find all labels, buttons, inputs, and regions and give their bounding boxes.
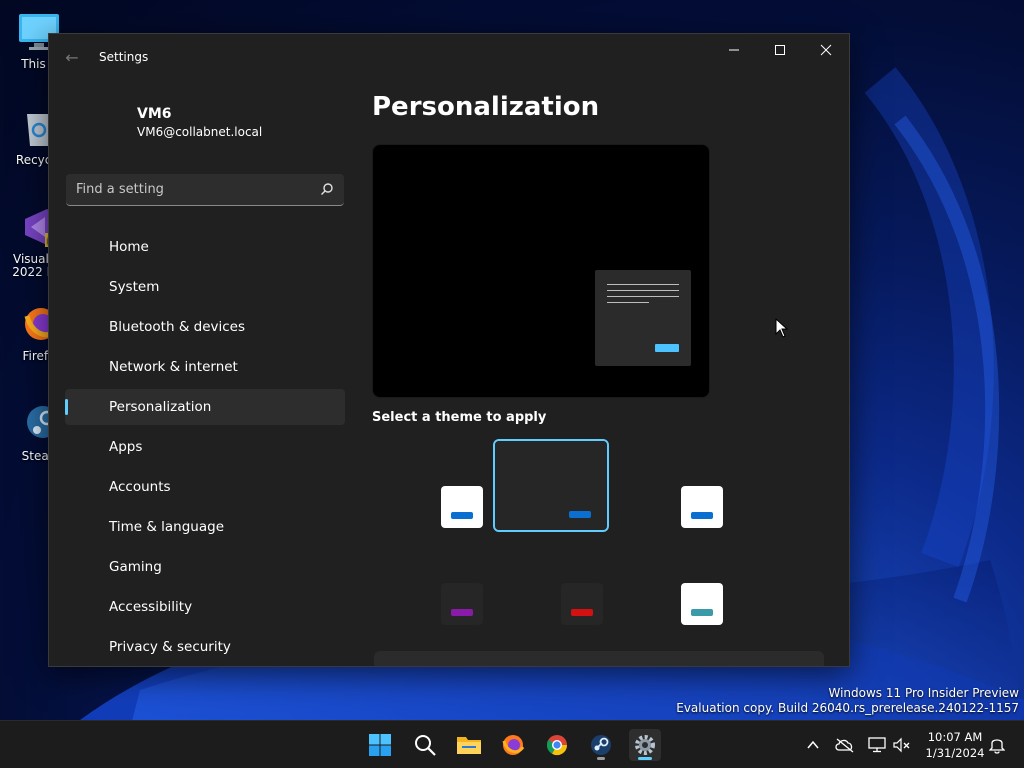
clock-time: 10:07 AM (927, 730, 983, 744)
preview-line (607, 296, 679, 297)
sidebar-item-personalization[interactable]: Personalization (65, 389, 345, 425)
theme-accent-bar (691, 609, 713, 616)
cloud-offline-icon (835, 738, 854, 753)
folder-icon (457, 737, 481, 754)
sidebar-item-label: Time & language (109, 519, 225, 535)
theme-accent-bar (569, 511, 591, 518)
watermark-line: Windows 11 Pro Insider Preview (828, 686, 1019, 700)
theme-window-card (441, 486, 483, 528)
sidebar-item-apps[interactable]: Apps (65, 429, 345, 465)
watermark-line: Evaluation copy. Build 26040.rs_prerelea… (676, 701, 1019, 715)
theme-window-card (681, 583, 723, 625)
firefox-icon (502, 735, 525, 755)
profile-name[interactable]: VM6 (137, 106, 172, 122)
sidebar-item-label: Personalization (109, 399, 212, 415)
back-button[interactable]: ← (59, 46, 85, 70)
steam-icon (591, 735, 611, 755)
sidebar-item-label: Home (109, 239, 149, 255)
network-button[interactable] (867, 735, 887, 755)
taskbar-search-button[interactable] (409, 729, 441, 761)
start-button[interactable] (364, 729, 396, 761)
profile-email: VM6@collabnet.local (137, 125, 263, 139)
sidebar-item-label: Privacy & security (109, 639, 231, 655)
steam-button[interactable] (585, 729, 617, 761)
maximize-icon (775, 45, 785, 55)
sidebar-item-accounts[interactable]: Accounts (65, 469, 345, 505)
preview-line (607, 284, 679, 285)
firefox-button[interactable] (497, 729, 529, 761)
running-indicator (597, 757, 605, 760)
settings-card[interactable] (374, 651, 824, 666)
sidebar-item-label: Gaming (109, 559, 162, 575)
sidebar-item-accessibility[interactable]: Accessibility (65, 589, 345, 625)
sidebar-item-label: Bluetooth & devices (109, 319, 246, 335)
preview-window (595, 270, 691, 366)
gear-icon (635, 735, 655, 755)
sidebar-item-home[interactable]: Home (65, 229, 345, 265)
theme-accent-bar (451, 512, 473, 519)
search-input[interactable]: Find a setting (66, 174, 344, 206)
theme-option[interactable] (441, 583, 483, 625)
search-placeholder: Find a setting (76, 182, 164, 197)
theme-window-card (561, 583, 603, 625)
title-bar[interactable]: ← Settings (49, 34, 849, 82)
network-icon (868, 737, 886, 753)
volume-button[interactable] (892, 735, 912, 755)
close-button[interactable] (803, 34, 849, 66)
settings-button[interactable] (629, 729, 661, 761)
theme-option[interactable] (493, 439, 609, 532)
theme-option[interactable] (681, 583, 723, 625)
preview-line (607, 290, 679, 291)
preview-button (655, 344, 679, 352)
minimize-button[interactable] (711, 34, 757, 66)
sidebar-item-time-language[interactable]: Time & language (65, 509, 345, 545)
chevron-up-icon (807, 740, 819, 749)
app-title: Settings (99, 50, 149, 64)
theme-accent-bar (691, 512, 713, 519)
theme-window-card (681, 486, 723, 528)
sidebar-item-privacy-security[interactable]: Privacy & security (65, 629, 345, 665)
clock[interactable]: 10:07 AM 1/31/2024 (918, 729, 992, 761)
preview-line (607, 302, 649, 303)
sidebar-item-label: Accessibility (109, 599, 193, 615)
theme-option[interactable] (561, 583, 603, 625)
taskbar: 10:07 AM 1/31/2024 (0, 720, 1024, 768)
windows-logo-icon (369, 734, 391, 756)
sidebar-nav: Home System Bluetooth & devices Network … (65, 229, 345, 666)
speaker-muted-icon (893, 737, 910, 753)
sidebar-item-network-internet[interactable]: Network & internet (65, 349, 345, 385)
theme-preview (372, 144, 710, 398)
section-label: Select a theme to apply (372, 410, 547, 425)
active-indicator (638, 757, 652, 760)
clock-date: 1/31/2024 (925, 746, 985, 760)
minimize-icon (729, 49, 739, 51)
theme-accent-bar (571, 609, 593, 616)
sidebar-item-label: Network & internet (109, 359, 238, 375)
search-icon[interactable] (320, 182, 334, 196)
sidebar-item-label: Apps (109, 439, 143, 455)
theme-accent-bar (451, 609, 473, 616)
theme-window-card (441, 583, 483, 625)
sidebar-item-system[interactable]: System (65, 269, 345, 305)
show-hidden-icons-button[interactable] (803, 735, 823, 755)
page-title: Personalization (372, 92, 600, 122)
sidebar-item-label: Accounts (109, 479, 171, 495)
settings-window: ← Settings VM6 VM6@collabnet.local Find … (48, 33, 850, 667)
file-explorer-button[interactable] (453, 729, 485, 761)
chrome-icon (546, 735, 568, 756)
onedrive-button[interactable] (835, 735, 855, 755)
chrome-button[interactable] (541, 729, 573, 761)
search-icon (415, 735, 436, 756)
close-icon (820, 44, 832, 56)
theme-option[interactable] (441, 486, 483, 528)
theme-option[interactable] (681, 486, 723, 528)
arrow-left-icon: ← (65, 48, 79, 67)
notifications-button[interactable] (987, 735, 1007, 755)
sidebar-item-bluetooth-devices[interactable]: Bluetooth & devices (65, 309, 345, 345)
mouse-cursor-icon (775, 318, 789, 338)
maximize-button[interactable] (757, 34, 803, 66)
sidebar-item-label: System (109, 279, 160, 295)
sidebar-item-gaming[interactable]: Gaming (65, 549, 345, 585)
bell-icon (989, 739, 1005, 754)
